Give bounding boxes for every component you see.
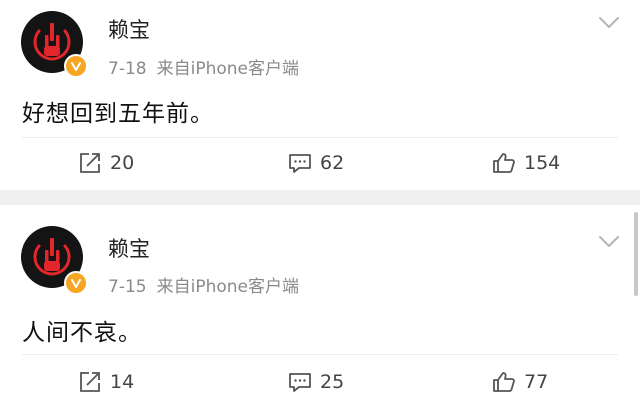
repost-icon (80, 153, 100, 173)
verified-badge-icon (64, 271, 88, 295)
post-meta: 7-15 来自iPhone客户端 (108, 272, 299, 297)
comment-button[interactable]: 62 (288, 149, 344, 177)
comment-button[interactable]: 25 (288, 368, 344, 396)
verified-badge-icon (64, 54, 88, 78)
repost-count: 14 (110, 371, 135, 393)
repost-button[interactable]: 20 (78, 149, 134, 177)
comment-icon (289, 154, 311, 173)
repost-count: 20 (110, 152, 135, 174)
post-date: 7-18 (108, 59, 147, 79)
author-name[interactable]: 赖宝 (108, 14, 150, 44)
like-button[interactable]: 154 (492, 149, 560, 177)
post-meta: 7-18 来自iPhone客户端 (108, 54, 299, 79)
repost-button[interactable]: 14 (78, 368, 134, 396)
weibo-feed: 赖宝 7-18 来自iPhone客户端 好想回到五年前。 20 62 154 赖… (0, 0, 640, 408)
chevron-down-icon[interactable] (598, 16, 620, 30)
post-source: 来自iPhone客户端 (156, 59, 299, 79)
chevron-down-icon[interactable] (598, 235, 620, 249)
post-separator (0, 190, 640, 205)
scrollbar[interactable] (634, 212, 638, 296)
divider (22, 137, 618, 138)
like-button[interactable]: 77 (492, 368, 548, 396)
post-card[interactable]: 赖宝 7-18 来自iPhone客户端 好想回到五年前。 20 62 154 (0, 0, 640, 190)
post-date: 7-15 (108, 277, 147, 297)
thumbs-up-icon (493, 153, 515, 173)
thumbs-up-icon (493, 372, 515, 392)
post-text: 人间不哀。 (22, 320, 142, 346)
post-text: 好想回到五年前。 (22, 101, 214, 127)
post-source: 来自iPhone客户端 (156, 277, 299, 297)
comment-count: 62 (320, 152, 345, 174)
comment-icon (289, 373, 311, 392)
like-count: 77 (524, 371, 549, 393)
divider (22, 354, 618, 355)
post-card[interactable]: 赖宝 7-15 来自iPhone客户端 人间不哀。 14 25 77 (0, 205, 640, 408)
repost-icon (80, 372, 100, 392)
like-count: 154 (524, 152, 561, 174)
author-name[interactable]: 赖宝 (108, 233, 150, 263)
comment-count: 25 (320, 371, 345, 393)
